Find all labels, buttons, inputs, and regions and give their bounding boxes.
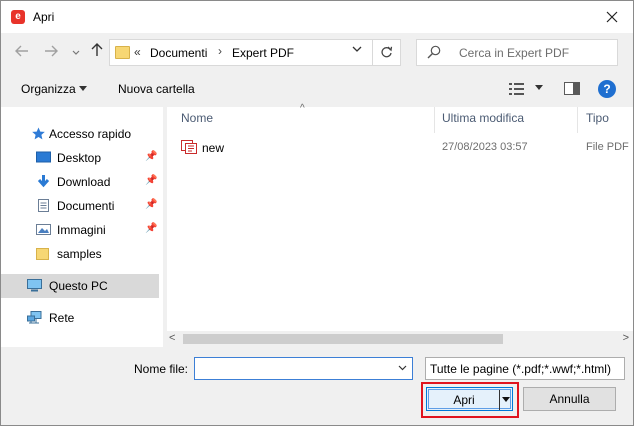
pdf-file-icon xyxy=(181,140,197,154)
search-placeholder: Cerca in Expert PDF xyxy=(459,46,570,60)
pin-icon: 📌 xyxy=(145,175,158,186)
column-header-type[interactable]: Tipo xyxy=(586,111,609,125)
pin-icon: 📌 xyxy=(145,199,158,210)
arrow-up-icon xyxy=(91,43,103,56)
app-icon: e xyxy=(11,10,25,24)
chevron-down-icon xyxy=(398,365,407,371)
computer-icon xyxy=(27,279,42,292)
sidebar-item-quick-access[interactable]: Accesso rapido xyxy=(1,122,159,146)
sidebar-item-label: Rete xyxy=(49,311,75,325)
close-button[interactable] xyxy=(599,5,625,29)
close-icon xyxy=(606,11,618,23)
search-input[interactable]: Cerca in Expert PDF xyxy=(416,39,618,66)
filetype-select[interactable]: Tutte le pagine (*.pdf;*.wwf;*.html) xyxy=(425,357,625,380)
chevron-down-icon xyxy=(72,50,80,55)
preview-pane-icon[interactable] xyxy=(564,82,580,95)
desktop-icon xyxy=(36,151,51,163)
caret-down-icon xyxy=(502,397,510,402)
open-options-button[interactable] xyxy=(502,394,510,404)
cancel-button[interactable]: Annulla xyxy=(523,387,616,411)
network-icon xyxy=(27,311,42,324)
arrow-left-icon xyxy=(15,45,28,57)
window-title: Apri xyxy=(33,10,55,24)
sidebar-item-label: Immagini xyxy=(57,223,106,237)
filename-field[interactable] xyxy=(194,357,413,380)
title-bar: e Apri xyxy=(1,1,633,33)
open-button[interactable]: Apri xyxy=(426,387,513,411)
organize-dropdown[interactable] xyxy=(79,84,87,93)
chevron-down-icon xyxy=(352,46,362,52)
sidebar-item-network[interactable]: Rete xyxy=(1,306,159,330)
sidebar-item-images[interactable]: Immagini 📌 xyxy=(1,218,159,242)
scrollbar-thumb[interactable] xyxy=(183,334,503,344)
sidebar-item-download[interactable]: Download 📌 xyxy=(1,170,159,194)
open-button-focus: Apri xyxy=(428,389,511,410)
file-modified: 27/08/2023 03:57 xyxy=(442,141,528,153)
navigation-pane: Accesso rapido Desktop 📌 Download 📌 Docu… xyxy=(1,107,163,347)
pin-icon: 📌 xyxy=(145,223,158,234)
filename-history-button[interactable] xyxy=(398,363,407,373)
pin-icon: 📌 xyxy=(145,151,158,162)
file-type: File PDF xyxy=(586,141,629,153)
file-list: ^ Nome Ultima modifica Tipo new 27/08/20… xyxy=(167,103,633,347)
download-icon xyxy=(37,175,50,188)
chevron-right-icon[interactable]: > xyxy=(623,332,629,344)
navigation-bar: « Documenti › Expert PDF Cerca in Expert… xyxy=(1,33,633,73)
refresh-icon xyxy=(381,46,393,58)
view-options-icon[interactable] xyxy=(508,81,526,97)
folder-icon xyxy=(115,46,130,59)
new-folder-button[interactable]: Nuova cartella xyxy=(118,82,195,96)
sidebar-item-samples[interactable]: samples xyxy=(1,242,159,266)
document-icon xyxy=(38,199,49,212)
organize-button[interactable]: Organizza xyxy=(21,82,76,96)
breadcrumb-expert-pdf[interactable]: Expert PDF xyxy=(232,46,294,60)
sidebar-item-label: Questo PC xyxy=(49,279,108,293)
filetype-value: Tutte le pagine (*.pdf;*.wwf;*.html) xyxy=(430,362,611,376)
refresh-button[interactable] xyxy=(373,39,401,66)
sort-ascending-icon: ^ xyxy=(300,103,305,114)
sidebar-item-desktop[interactable]: Desktop 📌 xyxy=(1,146,159,170)
sidebar-item-this-pc[interactable]: Questo PC xyxy=(1,274,159,298)
sidebar-item-label: samples xyxy=(57,247,102,261)
breadcrumb-separator[interactable]: › xyxy=(218,44,222,58)
column-divider[interactable] xyxy=(434,107,435,133)
sidebar-item-label: Desktop xyxy=(57,151,102,165)
search-icon xyxy=(427,45,441,59)
view-dropdown[interactable] xyxy=(535,83,543,92)
chevron-left-icon[interactable]: < xyxy=(169,332,175,344)
sidebar-item-label: Download xyxy=(57,175,111,189)
back-button[interactable] xyxy=(13,43,31,63)
filename-label: Nome file: xyxy=(134,362,189,376)
horizontal-scrollbar[interactable]: < > xyxy=(167,331,633,347)
address-bar[interactable]: « Documenti › Expert PDF xyxy=(109,39,373,66)
caret-down-icon xyxy=(79,86,87,91)
file-row[interactable]: new 27/08/2023 03:57 File PDF xyxy=(175,137,631,157)
address-history-button[interactable] xyxy=(352,45,362,56)
sidebar-item-documents[interactable]: Documenti 📌 xyxy=(1,194,159,218)
command-bar: Organizza Nuova cartella ? xyxy=(1,77,633,103)
file-name: new xyxy=(202,141,225,155)
column-header-name[interactable]: Nome xyxy=(181,111,213,125)
recent-locations-button[interactable] xyxy=(67,43,85,63)
split-divider xyxy=(499,390,500,410)
address-overflow[interactable]: « xyxy=(134,45,141,59)
star-icon xyxy=(32,127,45,140)
sidebar-item-label: Accesso rapido xyxy=(49,127,132,141)
arrow-right-icon xyxy=(45,45,58,57)
breadcrumb-documenti[interactable]: Documenti xyxy=(150,46,207,60)
folder-icon xyxy=(36,248,49,260)
open-dialog: e Apri « Documenti › Expert PDF Cerca in… xyxy=(0,0,634,426)
help-icon[interactable]: ? xyxy=(598,80,616,98)
open-button-label: Apri xyxy=(453,393,475,407)
caret-down-icon xyxy=(535,85,543,90)
column-divider[interactable] xyxy=(577,107,578,133)
forward-button[interactable] xyxy=(42,43,60,63)
sidebar-item-label: Documenti xyxy=(57,199,115,213)
column-header-modified[interactable]: Ultima modifica xyxy=(442,111,524,125)
image-icon xyxy=(36,224,51,235)
up-folder-button[interactable] xyxy=(88,43,106,63)
